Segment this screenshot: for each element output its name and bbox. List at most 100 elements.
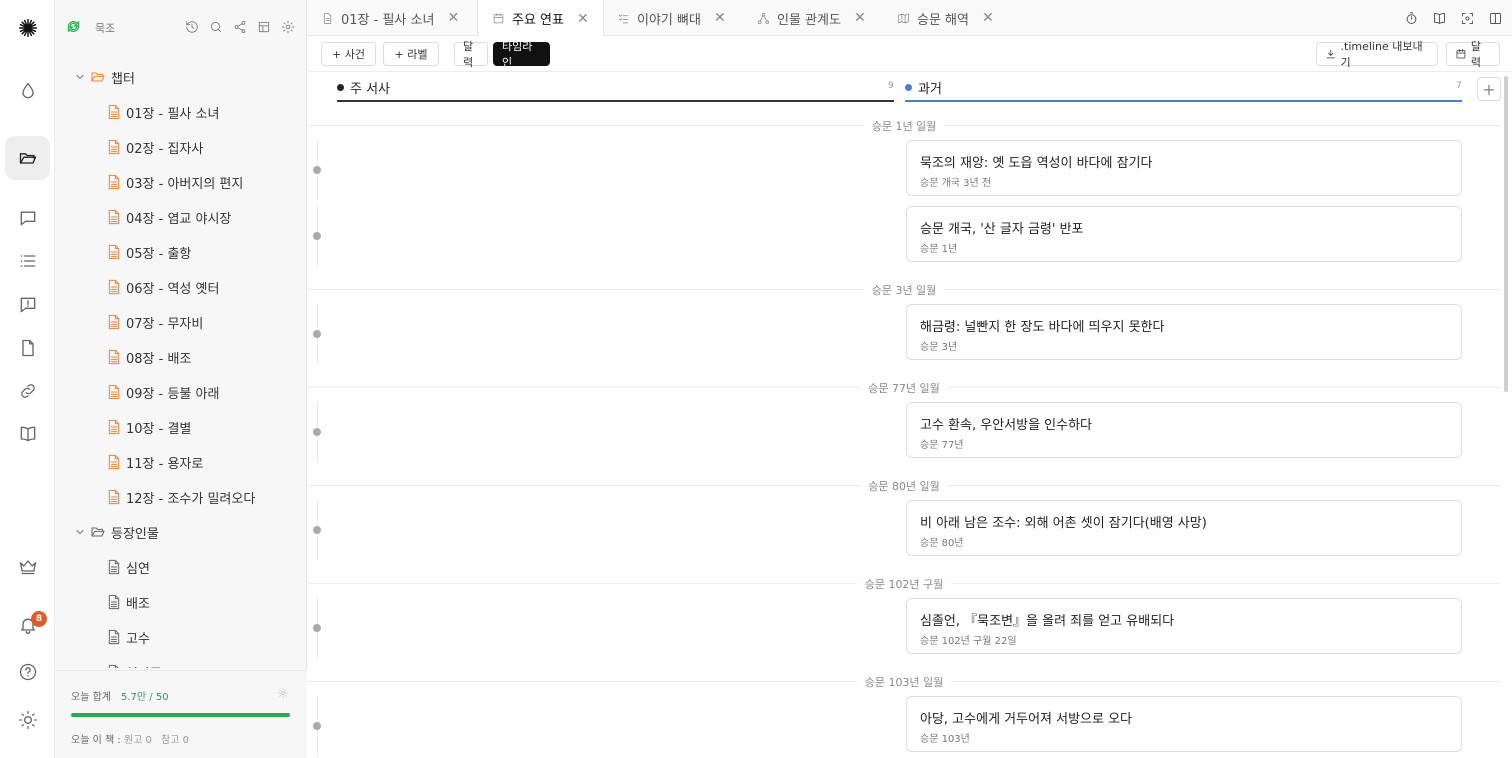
file-row[interactable]: 심연 xyxy=(55,554,307,580)
file-icon[interactable] xyxy=(5,326,50,370)
file-row[interactable]: 12장 - 조수가 밀려오다 xyxy=(55,484,307,510)
event-row: 묵조의 재앙: 옛 도읍 역성이 바다에 잠기다 승문 개국 3년 전 xyxy=(307,140,1501,206)
period-text: 승문 102년 구월 xyxy=(856,578,952,591)
file-row[interactable]: 04장 - 염교 야시장 xyxy=(55,204,307,230)
file-row[interactable]: 01장 - 필사 소녀 xyxy=(55,99,307,125)
close-icon[interactable]: ✕ xyxy=(577,11,589,27)
close-icon[interactable]: ✕ xyxy=(447,10,459,26)
event-title: 고수 환속, 우안서방을 인수하다 xyxy=(920,418,1093,433)
folder-row[interactable]: 챕터 xyxy=(55,64,307,90)
period-text: 승문 80년 일월 xyxy=(860,480,948,493)
tab-story-outline[interactable]: 이야기 뼈대 ✕ xyxy=(617,0,726,36)
link-icon[interactable] xyxy=(5,369,50,413)
sync-icon[interactable] xyxy=(66,19,81,34)
period-label: 승문 103년 일월 xyxy=(307,674,1501,690)
tab-chapter-01[interactable]: 01장 - 필사 소녀 ✕ xyxy=(321,0,459,36)
help-icon[interactable] xyxy=(5,650,50,694)
timeline-dot[interactable] xyxy=(313,232,321,240)
event-card[interactable]: 비 아래 남은 조수: 외해 어촌 셋이 잠기다(배영 사망) 승문 80년 xyxy=(906,500,1462,556)
list-icon[interactable] xyxy=(5,239,50,283)
event-card[interactable]: 승문 개국, '산 글자 금령' 반포 승문 1년 xyxy=(906,206,1462,262)
history-icon[interactable] xyxy=(183,18,201,36)
file-row[interactable]: 05장 - 출항 xyxy=(55,239,307,265)
lane-main-story[interactable]: 주 서사 xyxy=(337,72,390,102)
tab-bar: 01장 - 필사 소녀 ✕ 주요 연표 ✕ 이야기 뼈대 ✕ 인물 관계도 ✕ 승문 해… xyxy=(307,0,1512,37)
calendar-button[interactable]: 달력 xyxy=(1446,40,1500,69)
timeline-dot[interactable] xyxy=(313,722,321,730)
timeline-dot[interactable] xyxy=(313,526,321,534)
period-divider: 승문 102년 구월 xyxy=(307,576,1501,591)
export-timeline-button[interactable]: .timeline 내보내기 xyxy=(1316,40,1438,69)
period-text: 승문 77년 일월 xyxy=(860,382,948,395)
app-logo-icon[interactable] xyxy=(5,6,50,50)
close-icon[interactable]: ✕ xyxy=(982,10,994,26)
file-row[interactable]: 08장 - 배조 xyxy=(55,344,307,370)
file-row[interactable]: 고수 xyxy=(55,624,307,650)
goal-progress-fill xyxy=(71,713,290,717)
comment-alert-icon[interactable] xyxy=(5,283,50,327)
lane-past[interactable]: 과거 xyxy=(905,72,942,102)
tab-character-graph[interactable]: 인물 관계도 ✕ xyxy=(757,0,866,36)
folder-row[interactable]: 등장인물 xyxy=(55,519,307,545)
timeline-dot[interactable] xyxy=(313,166,321,174)
lane-name: 주 서사 xyxy=(350,81,391,97)
add-lane-button[interactable]: + xyxy=(1477,77,1501,101)
event-card[interactable]: 묵조의 재앙: 옛 도읍 역성이 바다에 잠기다 승문 개국 3년 전 xyxy=(906,140,1462,196)
period-label: 승문 80년 일월 xyxy=(307,478,1501,494)
search-icon[interactable] xyxy=(207,18,225,36)
event-title: 아당, 고수에게 거두어져 서방으로 오다 xyxy=(920,712,1133,727)
timeline-dot[interactable] xyxy=(313,624,321,632)
reading-mode-icon[interactable] xyxy=(1430,9,1448,27)
share-icon[interactable] xyxy=(231,18,249,36)
file-row[interactable]: 02장 - 집자사 xyxy=(55,134,307,160)
file-row[interactable]: 07장 - 무자비 xyxy=(55,309,307,335)
file-row[interactable]: 임안주 xyxy=(55,659,307,668)
timeline-dot[interactable] xyxy=(313,330,321,338)
settings-gear-icon[interactable] xyxy=(279,18,297,36)
event-card[interactable]: 해금령: 널빤지 한 장도 바다에 띄우지 못한다 승문 3년 xyxy=(906,304,1462,360)
file-row[interactable]: 배조 xyxy=(55,589,307,615)
file-row[interactable]: 03장 - 아버지의 편지 xyxy=(55,169,307,195)
tab-seungmun-sea[interactable]: 승문 해역 ✕ xyxy=(897,0,994,36)
period-label: 승문 3년 일월 xyxy=(307,282,1501,298)
close-icon[interactable]: ✕ xyxy=(714,10,726,26)
focus-icon[interactable] xyxy=(1458,9,1476,27)
period-divider: 승문 3년 일월 xyxy=(307,282,1501,298)
file-row[interactable]: 11장 - 용자로 xyxy=(55,449,307,475)
file-label: 배조 xyxy=(126,596,150,612)
add-event-button[interactable]: + 사건 xyxy=(321,42,376,66)
event-date: 승문 102년 구월 22일 xyxy=(920,636,1017,647)
add-label-button[interactable]: + 라벨 xyxy=(383,42,439,66)
drop-icon[interactable] xyxy=(5,69,50,113)
event-card[interactable]: 고수 환속, 우안서방을 인수하다 승문 77년 xyxy=(906,402,1462,458)
close-icon[interactable]: ✕ xyxy=(854,10,866,26)
chat-icon[interactable] xyxy=(5,196,50,240)
book-open-icon[interactable] xyxy=(5,412,50,456)
chevron-down-icon xyxy=(76,529,84,535)
event-card[interactable]: 아당, 고수에게 거두어져 서방으로 오다 승문 103년 xyxy=(906,696,1462,752)
tab-main-timeline[interactable]: 주요 연표 ✕ xyxy=(477,0,604,37)
theme-sun-icon[interactable] xyxy=(5,698,50,742)
document-icon xyxy=(108,384,120,400)
file-row[interactable]: 09장 - 등불 아래 xyxy=(55,379,307,405)
folder-open-icon xyxy=(91,72,105,82)
crown-icon[interactable] xyxy=(5,544,50,588)
timeline-view-button[interactable]: 타임라인 xyxy=(493,40,550,69)
goal-progress-bar xyxy=(71,713,290,717)
scrollbar-thumb[interactable] xyxy=(1504,76,1508,392)
folder-open-icon[interactable] xyxy=(5,136,50,180)
goal-settings-icon[interactable] xyxy=(277,687,289,699)
calendar-view-button[interactable]: 달력 xyxy=(454,40,488,69)
event-date: 승문 1년 xyxy=(920,244,958,255)
layout-icon[interactable] xyxy=(255,18,273,36)
document-icon xyxy=(108,139,120,155)
period-divider: 승문 103년 일월 xyxy=(307,674,1501,690)
split-view-icon[interactable] xyxy=(1486,9,1504,27)
timeline-dot[interactable] xyxy=(313,428,321,436)
workspace-name: 묵조 xyxy=(95,22,116,35)
file-row[interactable]: 10장 - 결별 xyxy=(55,414,307,440)
timer-icon[interactable] xyxy=(1402,9,1420,27)
folder-label: 챕터 xyxy=(111,71,135,87)
file-row[interactable]: 06장 - 역성 옛터 xyxy=(55,274,307,300)
event-card[interactable]: 심졸언, 『묵조변』을 올려 죄를 얻고 유배되다 승문 102년 구월 22일 xyxy=(906,598,1462,654)
